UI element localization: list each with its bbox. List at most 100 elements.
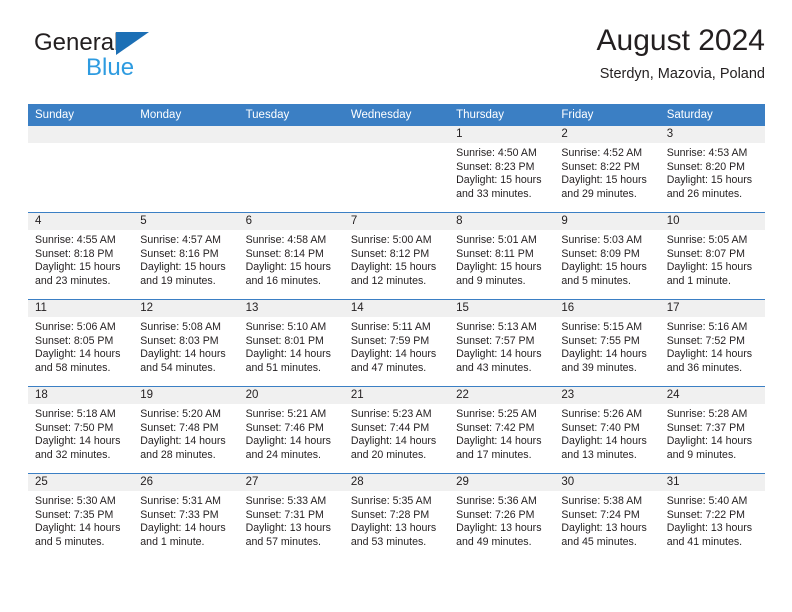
day-details: Sunrise: 5:31 AM Sunset: 7:33 PM Dayligh…	[140, 495, 226, 548]
day-cell[interactable]: 17 Sunrise: 5:16 AM Sunset: 7:52 PM Dayli…	[659, 299, 765, 387]
day-details: Sunrise: 5:35 AM Sunset: 7:28 PM Dayligh…	[350, 495, 437, 548]
day-cell[interactable]: 10 Sunrise: 5:05 AM Sunset: 8:07 PM Dayli…	[659, 212, 765, 300]
day-details	[344, 143, 449, 147]
day-cell[interactable]: 14 Sunrise: 5:11 AM Sunset: 7:59 PM Dayli…	[343, 299, 450, 387]
day-number: 4	[28, 213, 134, 230]
day-number: 3	[659, 126, 765, 143]
day-details	[239, 143, 344, 147]
day-cell[interactable]	[133, 126, 239, 213]
day-cell[interactable]: 28 Sunrise: 5:35 AM Sunset: 7:28 PM Dayli…	[343, 473, 450, 560]
day-number: 18	[28, 387, 134, 404]
day-details: Sunrise: 5:20 AM Sunset: 7:48 PM Dayligh…	[140, 408, 226, 461]
day-cell[interactable]: 29 Sunrise: 5:36 AM Sunset: 7:26 PM Dayli…	[449, 473, 555, 560]
day-number: 5	[133, 213, 239, 230]
day-cell[interactable]	[238, 126, 344, 213]
day-details: Sunrise: 5:25 AM Sunset: 7:42 PM Dayligh…	[456, 408, 542, 461]
day-details: Sunrise: 5:23 AM Sunset: 7:44 PM Dayligh…	[350, 408, 437, 461]
day-number: 26	[133, 474, 239, 491]
week-row: 1 Sunrise: 4:50 AM Sunset: 8:23 PM Daylig…	[28, 126, 765, 213]
title-block: August 2024 Sterdyn, Mazovia, Poland	[597, 22, 765, 84]
day-number: 20	[238, 387, 344, 404]
day-details: Sunrise: 5:06 AM Sunset: 8:05 PM Dayligh…	[35, 321, 121, 374]
week-row: 25 Sunrise: 5:30 AM Sunset: 7:35 PM Dayli…	[28, 473, 765, 560]
day-cell[interactable]: 21 Sunrise: 5:23 AM Sunset: 7:44 PM Dayli…	[343, 386, 450, 474]
day-cell[interactable]: 25 Sunrise: 5:30 AM Sunset: 7:35 PM Dayli…	[28, 473, 134, 560]
day-details: Sunrise: 4:52 AM Sunset: 8:22 PM Dayligh…	[561, 147, 647, 200]
day-details: Sunrise: 5:40 AM Sunset: 7:22 PM Dayligh…	[666, 495, 753, 548]
day-details: Sunrise: 5:38 AM Sunset: 7:24 PM Dayligh…	[561, 495, 647, 548]
day-number	[28, 126, 134, 143]
location-subtitle: Sterdyn, Mazovia, Poland	[599, 66, 765, 82]
day-details: Sunrise: 5:18 AM Sunset: 7:50 PM Dayligh…	[35, 408, 121, 461]
day-cell[interactable]: 9 Sunrise: 5:03 AM Sunset: 8:09 PM Daylig…	[554, 212, 660, 300]
day-cell[interactable]: 1 Sunrise: 4:50 AM Sunset: 8:23 PM Daylig…	[449, 126, 555, 213]
day-cell[interactable]: 2 Sunrise: 4:52 AM Sunset: 8:22 PM Daylig…	[554, 126, 660, 213]
day-number: 6	[238, 213, 344, 230]
page-title: August 2024	[596, 24, 765, 57]
calendar-header-row: Sunday Monday Tuesday Wednesday Thursday…	[28, 104, 765, 126]
weekday-header-sunday: Sunday	[28, 104, 134, 126]
day-cell[interactable]: 18 Sunrise: 5:18 AM Sunset: 7:50 PM Dayli…	[28, 386, 134, 474]
day-cell[interactable]: 19 Sunrise: 5:20 AM Sunset: 7:48 PM Dayli…	[133, 386, 239, 474]
calendar-table: Sunday Monday Tuesday Wednesday Thursday…	[28, 104, 765, 560]
day-cell[interactable]: 16 Sunrise: 5:15 AM Sunset: 7:55 PM Dayli…	[554, 299, 660, 387]
day-cell[interactable]: 3 Sunrise: 4:53 AM Sunset: 8:20 PM Daylig…	[659, 126, 765, 213]
day-cell[interactable]: 22 Sunrise: 5:25 AM Sunset: 7:42 PM Dayli…	[449, 386, 555, 474]
day-number: 23	[554, 387, 660, 404]
logo-text-blue: Blue	[86, 54, 135, 81]
day-details: Sunrise: 5:21 AM Sunset: 7:46 PM Dayligh…	[245, 408, 331, 461]
day-cell[interactable]	[28, 126, 134, 213]
day-number: 28	[343, 474, 450, 491]
day-cell[interactable]: 23 Sunrise: 5:26 AM Sunset: 7:40 PM Dayli…	[554, 386, 660, 474]
day-cell[interactable]: 30 Sunrise: 5:38 AM Sunset: 7:24 PM Dayli…	[554, 473, 660, 560]
day-details: Sunrise: 5:16 AM Sunset: 7:52 PM Dayligh…	[666, 321, 753, 374]
day-details	[133, 143, 238, 147]
day-details: Sunrise: 5:28 AM Sunset: 7:37 PM Dayligh…	[666, 408, 753, 461]
day-number: 24	[659, 387, 765, 404]
day-cell[interactable]: 12 Sunrise: 5:08 AM Sunset: 8:03 PM Dayli…	[133, 299, 239, 387]
day-details: Sunrise: 5:03 AM Sunset: 8:09 PM Dayligh…	[561, 234, 647, 287]
day-cell[interactable]: 7 Sunrise: 5:00 AM Sunset: 8:12 PM Daylig…	[343, 212, 450, 300]
day-number: 11	[28, 300, 134, 317]
weekday-header-tuesday: Tuesday	[238, 104, 344, 126]
day-cell[interactable]: 4 Sunrise: 4:55 AM Sunset: 8:18 PM Daylig…	[28, 212, 134, 300]
day-number	[343, 126, 450, 143]
weekday-header-monday: Monday	[133, 104, 239, 126]
day-cell[interactable]: 5 Sunrise: 4:57 AM Sunset: 8:16 PM Daylig…	[133, 212, 239, 300]
week-row: 4 Sunrise: 4:55 AM Sunset: 8:18 PM Daylig…	[28, 212, 765, 300]
week-row: 11 Sunrise: 5:06 AM Sunset: 8:05 PM Dayli…	[28, 299, 765, 387]
day-number: 19	[133, 387, 239, 404]
day-details: Sunrise: 5:01 AM Sunset: 8:11 PM Dayligh…	[456, 234, 542, 287]
day-cell[interactable]: 13 Sunrise: 5:10 AM Sunset: 8:01 PM Dayli…	[238, 299, 344, 387]
day-number	[133, 126, 239, 143]
day-cell[interactable]: 24 Sunrise: 5:28 AM Sunset: 7:37 PM Dayli…	[659, 386, 765, 474]
day-number: 27	[238, 474, 344, 491]
page-header: General Blue August 2024 Sterdyn, Mazovi…	[28, 22, 765, 94]
day-number: 10	[659, 213, 765, 230]
day-details: Sunrise: 4:53 AM Sunset: 8:20 PM Dayligh…	[666, 147, 753, 200]
day-number: 15	[449, 300, 555, 317]
day-cell[interactable]: 27 Sunrise: 5:33 AM Sunset: 7:31 PM Dayli…	[238, 473, 344, 560]
general-blue-logo[interactable]: General Blue	[28, 30, 248, 88]
day-cell[interactable]: 8 Sunrise: 5:01 AM Sunset: 8:11 PM Daylig…	[449, 212, 555, 300]
day-details: Sunrise: 5:26 AM Sunset: 7:40 PM Dayligh…	[561, 408, 647, 461]
day-number: 22	[449, 387, 555, 404]
day-details: Sunrise: 5:13 AM Sunset: 7:57 PM Dayligh…	[456, 321, 542, 374]
day-cell[interactable]: 6 Sunrise: 4:58 AM Sunset: 8:14 PM Daylig…	[238, 212, 344, 300]
day-number: 29	[449, 474, 555, 491]
day-number: 8	[449, 213, 555, 230]
day-details: Sunrise: 5:11 AM Sunset: 7:59 PM Dayligh…	[350, 321, 437, 374]
weekday-header-friday: Friday	[554, 104, 660, 126]
day-details: Sunrise: 5:05 AM Sunset: 8:07 PM Dayligh…	[666, 234, 753, 287]
day-cell[interactable]: 26 Sunrise: 5:31 AM Sunset: 7:33 PM Dayli…	[133, 473, 239, 560]
day-details: Sunrise: 4:57 AM Sunset: 8:16 PM Dayligh…	[140, 234, 226, 287]
day-cell[interactable]: 11 Sunrise: 5:06 AM Sunset: 8:05 PM Dayli…	[28, 299, 134, 387]
day-cell[interactable]: 31 Sunrise: 5:40 AM Sunset: 7:22 PM Dayli…	[659, 473, 765, 560]
day-details: Sunrise: 5:33 AM Sunset: 7:31 PM Dayligh…	[245, 495, 331, 548]
weekday-header-saturday: Saturday	[659, 104, 765, 126]
day-cell[interactable]: 15 Sunrise: 5:13 AM Sunset: 7:57 PM Dayli…	[449, 299, 555, 387]
day-cell[interactable]	[343, 126, 450, 213]
day-number: 9	[554, 213, 660, 230]
day-cell[interactable]: 20 Sunrise: 5:21 AM Sunset: 7:46 PM Dayli…	[238, 386, 344, 474]
day-details: Sunrise: 5:30 AM Sunset: 7:35 PM Dayligh…	[35, 495, 121, 548]
